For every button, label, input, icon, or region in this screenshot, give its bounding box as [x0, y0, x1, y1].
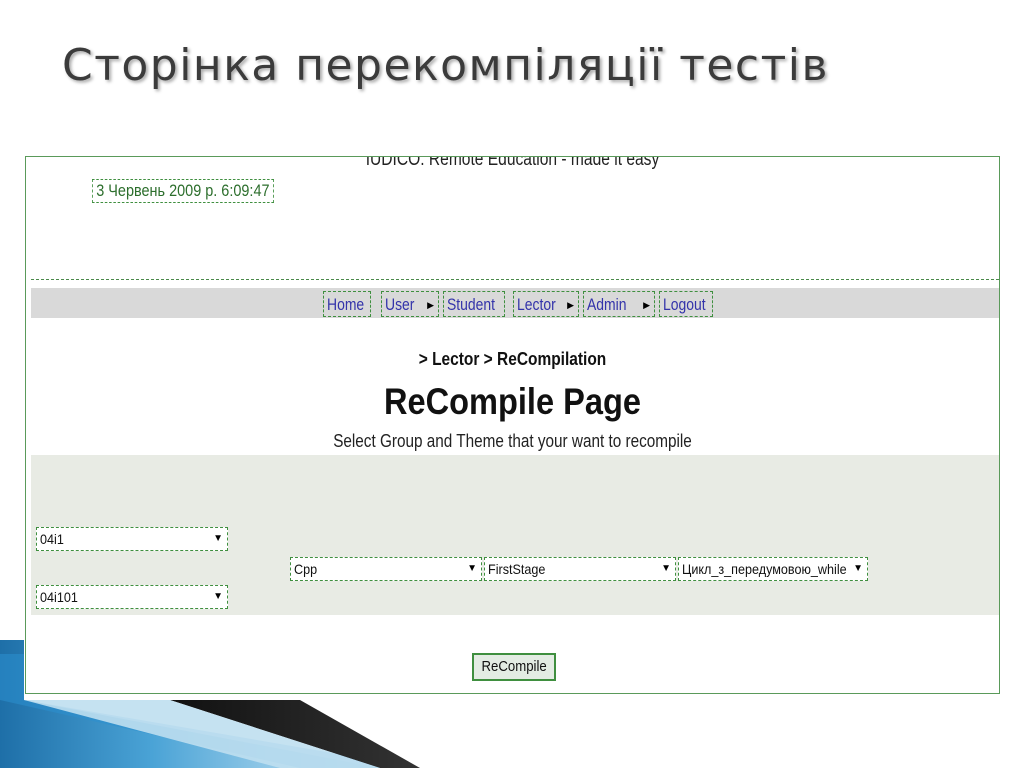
- subgroup-select[interactable]: 04i101 ▼: [36, 585, 228, 609]
- chevron-down-icon: ▼: [213, 533, 223, 544]
- slide-title: Сторінка перекомпіляції тестів: [62, 40, 829, 91]
- stage-select[interactable]: FirstStage ▼: [484, 557, 676, 581]
- chevron-down-icon: ▼: [853, 563, 863, 574]
- nav-item-admin[interactable]: Admin ▶: [583, 291, 655, 317]
- group-select[interactable]: 04i1 ▼: [36, 527, 228, 551]
- submenu-arrow-icon: ▶: [643, 300, 650, 310]
- page-title: ReCompile Page: [384, 381, 641, 422]
- chevron-down-icon: ▼: [213, 591, 223, 602]
- nav-item-logout[interactable]: Logout: [659, 291, 713, 317]
- slide-decoration: [0, 640, 420, 768]
- chevron-down-icon: ▼: [661, 563, 671, 574]
- header-divider: [31, 279, 999, 280]
- nav-item-student[interactable]: Student: [443, 291, 505, 317]
- nav-bar: Home User ▶ Student Lector ▶ Admin ▶ Log…: [31, 288, 999, 318]
- app-title: IUDICO. Remote Education - made it easy: [365, 156, 660, 170]
- nav-item-user[interactable]: User ▶: [381, 291, 439, 317]
- chevron-down-icon: ▼: [467, 563, 477, 574]
- submenu-arrow-icon: ▶: [427, 300, 434, 310]
- breadcrumb: > Lector > ReCompilation: [418, 349, 607, 369]
- nav-item-lector[interactable]: Lector ▶: [513, 291, 579, 317]
- submenu-arrow-icon: ▶: [567, 300, 574, 310]
- browser-page: IUDICO. Remote Education - made it easy …: [25, 156, 1000, 694]
- course-select[interactable]: Cpp ▼: [290, 557, 482, 581]
- theme-select[interactable]: Цикл_з_передумовою_while ▼: [678, 557, 868, 581]
- nav-item-home[interactable]: Home: [323, 291, 371, 317]
- datetime-display: 3 Червень 2009 р. 6:09:47: [92, 179, 274, 203]
- page-subtitle: Select Group and Theme that your want to…: [333, 431, 692, 451]
